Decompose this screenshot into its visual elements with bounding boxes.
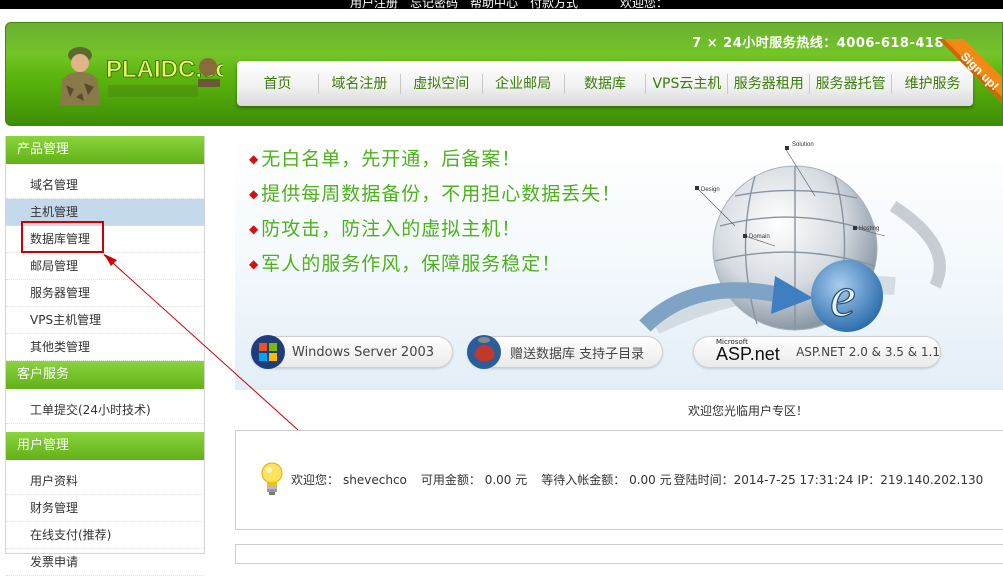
sidebar-item-ticket-submit[interactable]: 工单提交(24小时技术) (6, 397, 204, 424)
nav-enterprise-mail[interactable]: 企业邮局 (483, 73, 565, 94)
banner-slogan: ◆ 无白名单，先开通，后备案！ (249, 148, 522, 170)
sidebar-item-user-profile[interactable]: 用户资料 (6, 468, 204, 495)
nav-server-rental[interactable]: 服务器租用 (728, 73, 811, 94)
banner-slogan: ◆ 防攻击，防注入的虚拟主机！ (249, 218, 522, 240)
top-bar: 用户注册 忘记密码 帮助中心 付款方式 欢迎您： (0, 0, 1003, 9)
sidebar-item-other-management[interactable]: 其他类管理 (6, 334, 204, 361)
nav-vps-cloud[interactable]: VPS云主机 (646, 73, 729, 94)
nav-virtual-hosting[interactable]: 虚拟空间 (401, 73, 483, 94)
bullet-icon: ◆ (249, 257, 260, 271)
svg-text:Hosting: Hosting (859, 226, 879, 232)
windows-server-label: Windows Server 2003 (292, 344, 435, 360)
sidebar-heading-user-management: 用户管理 (6, 432, 204, 460)
sidebar-heading-products: 产品管理 (6, 136, 204, 164)
windows-server-badge: Windows Server 2003 (251, 335, 453, 369)
site-logo[interactable]: PLAIDC.com (48, 41, 223, 105)
sidebar-item-domain-management[interactable]: 域名管理 (6, 172, 204, 199)
free-database-badge: 赠送数据库 支持子目录 (467, 335, 663, 369)
top-links: 用户注册 忘记密码 帮助中心 付款方式 (350, 0, 590, 9)
database-globe-icon (467, 335, 501, 369)
banner-slogan: ◆ 军人的服务作风，保障服务稳定！ (249, 253, 562, 275)
login-time: 登陆时间：2014-7-25 17:31:24 (673, 473, 854, 487)
aspnet-logo: Microsoft ASP.net (716, 338, 780, 364)
svg-text:Design: Design (701, 187, 720, 193)
svg-text:e: e (830, 264, 856, 329)
nav-home[interactable]: 首页 (237, 73, 319, 94)
content-panel (235, 544, 1003, 564)
pending-balance: 等待入帐金额： 0.00 元 (541, 473, 672, 487)
sidebar-item-invoice[interactable]: 发票申请 (6, 549, 204, 576)
forgot-password-link[interactable]: 忘记密码 (410, 0, 458, 9)
bullet-icon: ◆ (249, 187, 260, 201)
site-header: PLAIDC.com 7 × 24小时服务热线：4006-618-418 首页 … (5, 22, 1003, 126)
signup-ribbon[interactable]: Sign up! (924, 39, 1003, 119)
account-info-panel: 欢迎您： shevechco 可用金额： 0.00 元等待入帐金额： 0.00 元登… (235, 430, 1003, 530)
nav-database[interactable]: 数据库 (565, 73, 647, 94)
free-database-label: 赠送数据库 支持子目录 (510, 346, 645, 362)
sidebar-item-online-payment[interactable]: 在线支付(推荐) (6, 522, 204, 549)
username: shevechco (343, 473, 407, 487)
greeting-label: 欢迎您： (291, 473, 340, 487)
ip-address: IP：219.140.202.130 (857, 473, 984, 487)
aspnet-badge: Microsoft ASP.net ASP.NET 2.0 & 3.5 & 1.… (693, 336, 941, 368)
sidebar-item-server-management[interactable]: 服务器管理 (6, 280, 204, 307)
nav-domain-registration[interactable]: 域名注册 (319, 73, 401, 94)
account-summary: 欢迎您： shevechco 可用金额： 0.00 元等待入帐金额： 0.00 元登… (291, 471, 997, 488)
promo-banner: ◆ 无白名单，先开通，后备案！ ◆ 提供每周数据备份，不用担心数据丢失！ ◆ 防攻击，… (235, 136, 1003, 390)
windows-logo-icon (251, 335, 285, 369)
register-link[interactable]: 用户注册 (350, 0, 398, 9)
available-balance: 可用金额： 0.00 元 (420, 473, 528, 487)
sidebar-item-mail-management[interactable]: 邮局管理 (6, 253, 204, 280)
svg-text:Solution: Solution (792, 142, 814, 148)
nav-server-hosting[interactable]: 服务器托管 (810, 73, 893, 94)
top-welcome-text: 欢迎您： (620, 0, 669, 9)
sidebar-item-vps-management[interactable]: VPS主机管理 (6, 307, 204, 334)
payment-methods-link[interactable]: 付款方式 (530, 0, 578, 9)
sidebar-heading-customer-service: 客户服务 (6, 361, 204, 389)
main-nav: 首页 域名注册 虚拟空间 企业邮局 数据库 VPS云主机 服务器租用 服务器托管… (237, 61, 973, 106)
help-center-link[interactable]: 帮助中心 (470, 0, 518, 9)
sidebar-item-finance[interactable]: 财务管理 (6, 495, 204, 522)
lightbulb-icon (261, 462, 283, 495)
globe-illustration: e Solution Design Domain Hosting (639, 142, 946, 335)
bullet-icon: ◆ (249, 222, 260, 236)
banner-slogan: ◆ 提供每周数据备份，不用担心数据丢失！ (249, 183, 622, 205)
welcome-message: 欢迎您光临用户专区！ (688, 404, 809, 418)
service-hotline: 7 × 24小时服务热线：4006-618-418 (692, 36, 944, 51)
sidebar: 产品管理 域名管理 主机管理 数据库管理 邮局管理 服务器管理 VPS主机管理 … (5, 136, 205, 576)
aspnet-versions-label: ASP.NET 2.0 & 3.5 & 1.1 (796, 345, 940, 359)
svg-text:Domain: Domain (749, 234, 770, 240)
bullet-icon: ◆ (249, 152, 260, 166)
annotation-highlight-box (21, 221, 104, 253)
